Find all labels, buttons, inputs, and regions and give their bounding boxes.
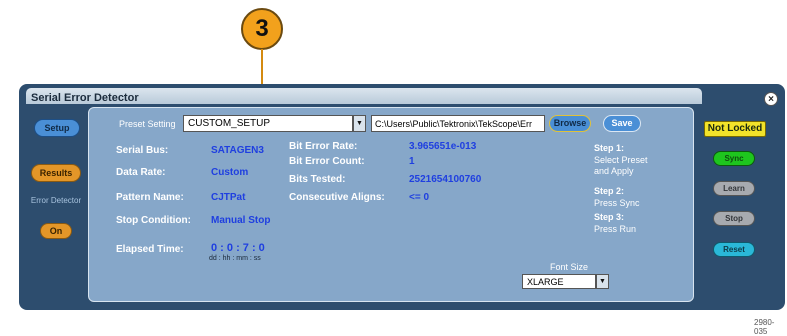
stop-condition-label: Stop Condition: [116,215,191,226]
bit-error-count-value: 1 [409,156,415,167]
lock-status-badge: Not Locked [704,121,766,137]
figure-code: 2980-035 [754,318,775,336]
preset-setting-select[interactable]: CUSTOM_SETUP [183,115,353,132]
callout-number: 3 [241,8,283,50]
font-size-label: Font Size [550,262,589,272]
chevron-down-icon[interactable]: ▼ [596,274,609,289]
serial-bus-label: Serial Bus: [116,145,169,156]
step-2-title: Step 2: [594,186,625,196]
bit-error-rate-label: Bit Error Rate: [289,141,358,152]
step-3-text: Press Run [594,224,637,234]
pattern-name-value: CJTPat [211,192,246,203]
close-icon[interactable]: × [764,92,778,106]
step-1-text: Select Preset and Apply [594,155,648,176]
pattern-name-label: Pattern Name: [116,192,184,203]
window-title: Serial Error Detector [31,92,139,104]
bits-tested-value: 2521654100760 [409,174,482,185]
file-path-field[interactable]: C:\Users\Public\Tektronix\TekScope\Err [371,115,545,132]
error-detector-label: Error Detector [30,196,82,205]
results-button[interactable]: Results [31,164,81,182]
sync-button[interactable]: Sync [713,151,755,166]
elapsed-time-format: dd : hh : mm : ss [209,255,261,262]
bits-tested-label: Bits Tested: [289,174,346,185]
learn-button[interactable]: Learn [713,181,755,196]
setup-button[interactable]: Setup [34,119,80,137]
elapsed-time-value: 0 : 0 : 7 : 0 [211,242,265,254]
step-3-title: Step 3: [594,212,625,222]
consecutive-aligns-value: <= 0 [409,192,430,203]
step-2-text: Press Sync [594,198,640,208]
bit-error-rate-value: 3.965651e-013 [409,141,477,152]
stop-condition-value: Manual Stop [211,215,271,226]
step-1-title: Step 1: [594,143,625,153]
save-button[interactable]: Save [603,115,641,132]
preset-setting-label: Preset Setting [119,119,176,129]
error-detector-on-toggle[interactable]: On [40,223,72,239]
bit-error-count-label: Bit Error Count: [289,156,365,167]
serial-bus-value: SATAGEN3 [211,145,264,156]
chevron-down-icon[interactable]: ▼ [353,115,366,132]
reset-button[interactable]: Reset [713,242,755,257]
browse-button[interactable]: Browse [549,115,591,132]
consecutive-aligns-label: Consecutive Aligns: [289,192,385,203]
stop-button[interactable]: Stop [713,211,755,226]
data-rate-value: Custom [211,167,249,178]
font-size-select[interactable]: XLARGE [522,274,596,289]
elapsed-time-label: Elapsed Time: [116,244,184,255]
data-rate-label: Data Rate: [116,167,166,178]
